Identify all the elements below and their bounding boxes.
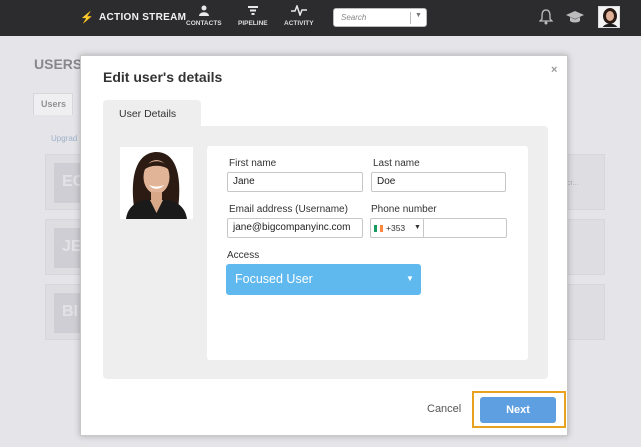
last-name-field[interactable]: Doe: [371, 172, 506, 192]
access-label: Access: [227, 250, 260, 261]
search-input[interactable]: Search ▼: [333, 8, 427, 27]
nav-contacts-label: CONTACTS: [186, 20, 222, 27]
close-icon[interactable]: ×: [551, 64, 557, 76]
bell-icon[interactable]: [538, 9, 554, 25]
chevron-down-icon: ▼: [406, 274, 414, 283]
email-field[interactable]: jane@bigcompanyinc.com: [227, 218, 363, 238]
pulse-icon: [284, 3, 314, 20]
funnel-icon: [238, 5, 268, 20]
phone-country-code[interactable]: +353: [386, 223, 405, 233]
graduation-cap-icon[interactable]: [566, 9, 584, 25]
edit-user-dialog: Edit user's details × User Details First…: [80, 55, 568, 436]
next-button[interactable]: Next: [480, 397, 556, 423]
search-divider: [410, 12, 411, 24]
phone-label: Phone number: [371, 204, 437, 215]
nav-pipeline[interactable]: PIPELINE: [238, 5, 268, 27]
nav-pipeline-label: PIPELINE: [238, 20, 268, 27]
nav-activity-label: ACTIVITY: [284, 20, 314, 27]
person-icon: [186, 5, 222, 20]
brand-link[interactable]: ⚡ ACTION STREAM: [80, 11, 186, 24]
profile-photo[interactable]: [120, 147, 193, 219]
search-placeholder: Search: [341, 13, 367, 22]
chevron-down-icon[interactable]: ▼: [415, 12, 422, 19]
cancel-button[interactable]: Cancel: [427, 403, 461, 415]
user-avatar[interactable]: [598, 6, 620, 28]
user-details-form: First name Jane Last name Doe Email addr…: [207, 146, 528, 360]
phone-divider: [423, 219, 424, 237]
last-name-label: Last name: [373, 158, 420, 169]
first-name-label: First name: [229, 158, 277, 169]
lightning-icon: ⚡: [80, 12, 94, 24]
ireland-flag-icon: [374, 225, 383, 232]
nav-activity[interactable]: ACTIVITY: [284, 3, 314, 27]
nav-contacts[interactable]: CONTACTS: [186, 5, 222, 27]
tab-user-details[interactable]: User Details: [103, 100, 201, 126]
top-nav-bar: ⚡ ACTION STREAM CONTACTS PIPELINE ACTIVI…: [0, 0, 641, 36]
phone-number-field[interactable]: +353 ▼: [370, 218, 507, 238]
access-select[interactable]: Focused User ▼: [226, 264, 421, 295]
dialog-title: Edit user's details: [103, 69, 223, 85]
access-selected-value: Focused User: [235, 272, 313, 286]
first-name-field[interactable]: Jane: [227, 172, 363, 192]
brand-label: ACTION STREAM: [99, 12, 187, 23]
user-details-panel: First name Jane Last name Doe Email addr…: [103, 126, 548, 379]
chevron-down-icon[interactable]: ▼: [414, 224, 421, 231]
email-label: Email address (Username): [229, 204, 348, 215]
